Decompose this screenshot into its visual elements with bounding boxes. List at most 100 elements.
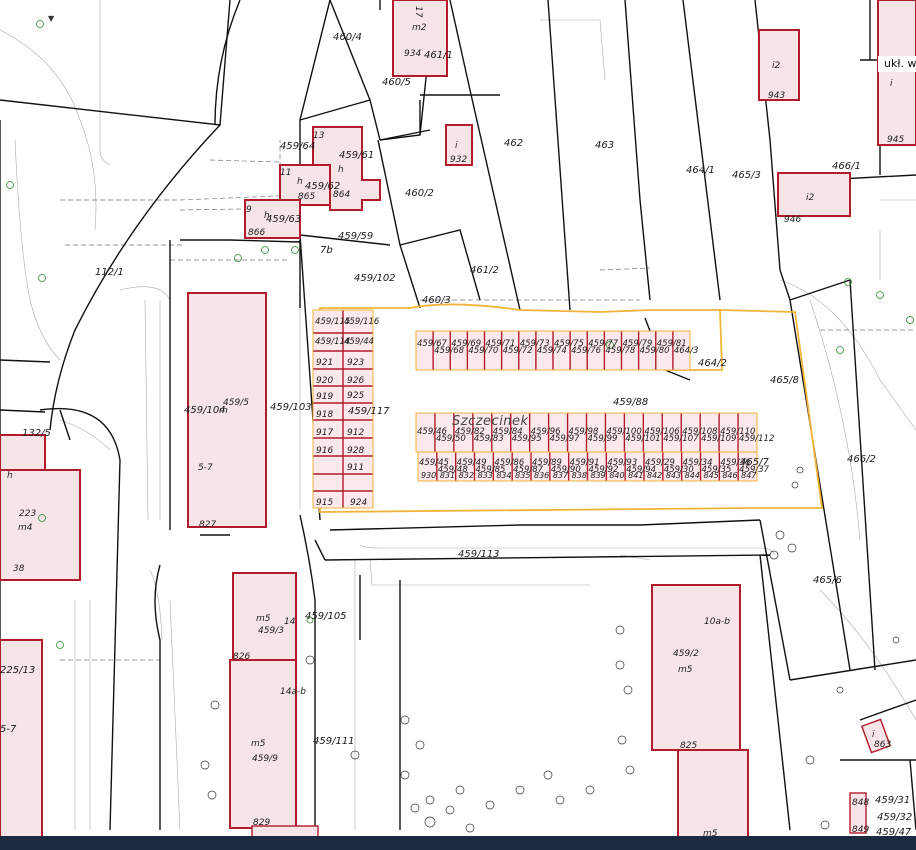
garage-left-top-label: 459/116	[344, 317, 380, 327]
building-extra-m2: 17	[413, 6, 423, 18]
garage-left-number: 921	[316, 358, 333, 368]
parcel-label-459-103: 459/103	[270, 402, 312, 413]
building-extra-865: 11	[280, 168, 291, 178]
building-number-946: 946	[784, 215, 801, 225]
garage-bottom-number: 847	[741, 471, 757, 480]
building-number-m2: 934	[404, 49, 421, 59]
building-number-863: 863	[874, 740, 891, 750]
building-address-459-3: 14	[284, 617, 296, 627]
building-number-943: 943	[768, 91, 785, 101]
building-number-848: 848	[852, 798, 869, 808]
label-layer: 460/4 460/5 461/1 460/2 462 463 464/1 465/3 466/…	[0, 6, 912, 839]
map-viewport[interactable]: 460/4 460/5 461/1 460/2 462 463 464/1 465/3 466/…	[0, 0, 916, 850]
garage-left-number: 920	[316, 376, 333, 386]
parcel-label-459-32: 459/32	[877, 812, 912, 823]
parcel-label-460-2: 460/2	[405, 188, 434, 199]
garage-left-top-label: 459/44	[344, 337, 374, 347]
garage-bottom-number: 930	[421, 471, 436, 480]
building-extra-223: 38	[13, 564, 25, 574]
garage-middle-label: 459/112	[739, 434, 774, 444]
parcel-label-459-61: 459/61	[339, 150, 374, 161]
building-number-865: 865	[298, 192, 315, 202]
building-use-223: m4	[18, 523, 33, 533]
building-use-946: i2	[806, 193, 815, 203]
garage-bottom-number: 846	[722, 471, 737, 480]
garage-left-number: 916	[316, 446, 333, 456]
building-number-866: 866	[248, 228, 265, 238]
parcel-label-459-59: 459/59	[338, 231, 373, 242]
building-number-849: 849	[852, 825, 869, 835]
parcel-label-112-1: 112/1	[95, 267, 124, 278]
parcel-label-459-117: 459/117	[348, 406, 390, 417]
garage-bottom-number: 838	[572, 471, 587, 480]
building-use-h-left: h	[7, 471, 13, 481]
garage-left-number: 923	[347, 358, 364, 368]
building-use-945: i	[890, 79, 893, 89]
building-address-459-5: 5-7	[198, 463, 213, 473]
parcel-label-132-5: 132/5	[22, 428, 51, 439]
parcel-label-460-5: 460/5	[382, 77, 411, 88]
building-number-932: 932	[450, 155, 467, 165]
building-parcel-459-5: 459/5	[223, 398, 249, 408]
parcel-label-462: 462	[504, 138, 523, 149]
building-address-459-9: 14a-b	[280, 687, 306, 697]
north-marker: ▼	[48, 14, 55, 23]
garage-left-number: 915	[316, 498, 333, 508]
building-number-459-2: 825	[680, 741, 697, 751]
parcel-label-461-1: 461/1	[424, 50, 453, 61]
parcel-label-461-2: 461/2	[470, 265, 499, 276]
garage-left-number: 925	[347, 391, 364, 401]
building-parcel-459-2: 459/2	[673, 649, 699, 659]
building-number-459-9: 829	[253, 818, 270, 828]
bottom-status-bar	[0, 836, 916, 850]
parcel-label-459-102: 459/102	[354, 273, 396, 284]
parcel-label-459-64: 459/64	[280, 141, 315, 152]
garage-bottom-number: 841	[628, 471, 643, 480]
parcel-label-465-8: 465/8	[770, 375, 799, 386]
building-use-m2: m2	[412, 23, 427, 33]
parcel-label-459-111: 459/111	[313, 736, 355, 747]
parcel-label-460-3: 460/3	[422, 295, 451, 306]
building-use-459-2: m5	[678, 665, 693, 675]
garage-left-number: 912	[347, 428, 364, 438]
building-use-459-3: m5	[256, 614, 271, 624]
building-number-459-3: 826	[233, 652, 250, 662]
garage-left-number: 924	[350, 498, 367, 508]
parcel-label-466-1: 466/1	[832, 161, 861, 172]
parcel-label-460-4: 460/4	[333, 32, 362, 43]
building-number-945: 945	[887, 135, 904, 145]
parcel-label-459-88: 459/88	[613, 397, 648, 408]
building-address-459-2: 10a-b	[704, 617, 730, 627]
parcel-label-465-6: 465/6	[813, 575, 842, 586]
parcel-label-7b: 7b	[320, 245, 333, 256]
building-extra-866: 9	[246, 205, 252, 215]
parcel-label-465-3: 465/3	[732, 170, 761, 181]
garage-left-number: 926	[347, 376, 364, 386]
garage-left-number: 919	[316, 392, 333, 402]
building-number-223: 223	[19, 509, 36, 519]
garage-bottom-number: 836	[534, 471, 549, 480]
building-parcel-459-9: 459/9	[252, 754, 278, 764]
building-extra-864: 13	[313, 131, 325, 141]
garage-top-label: 464/3	[674, 346, 699, 356]
building-number-864: 864	[333, 190, 350, 200]
parcel-label-459-113: 459/113	[458, 549, 500, 560]
garage-bottom-number: 833	[478, 471, 493, 480]
garage-bottom-number: 839	[591, 471, 606, 480]
garage-bottom-number: 835	[515, 471, 530, 480]
building-use-865: h	[297, 177, 303, 187]
garage-bottom-number: 843	[666, 471, 681, 480]
parcel-label-459-31: 459/31	[875, 795, 910, 806]
building-use-459-9: m5	[251, 739, 266, 749]
building-parcel-459-3: 459/3	[258, 626, 284, 636]
building-use-932: i	[455, 141, 458, 151]
parcel-label-225-13: 225/13	[0, 665, 35, 676]
garage-bottom-number: 832	[459, 471, 474, 480]
street-label: Szczecinek	[452, 414, 529, 429]
garage-bottom-number: 844	[685, 471, 700, 480]
building-use-864: h	[338, 165, 344, 175]
parcel-label-463: 463	[595, 140, 614, 151]
garage-left-number: 928	[347, 446, 364, 456]
parcel-label-466-2: 466/2	[847, 454, 876, 465]
parcel-label-464-1: 464/1	[686, 165, 715, 176]
